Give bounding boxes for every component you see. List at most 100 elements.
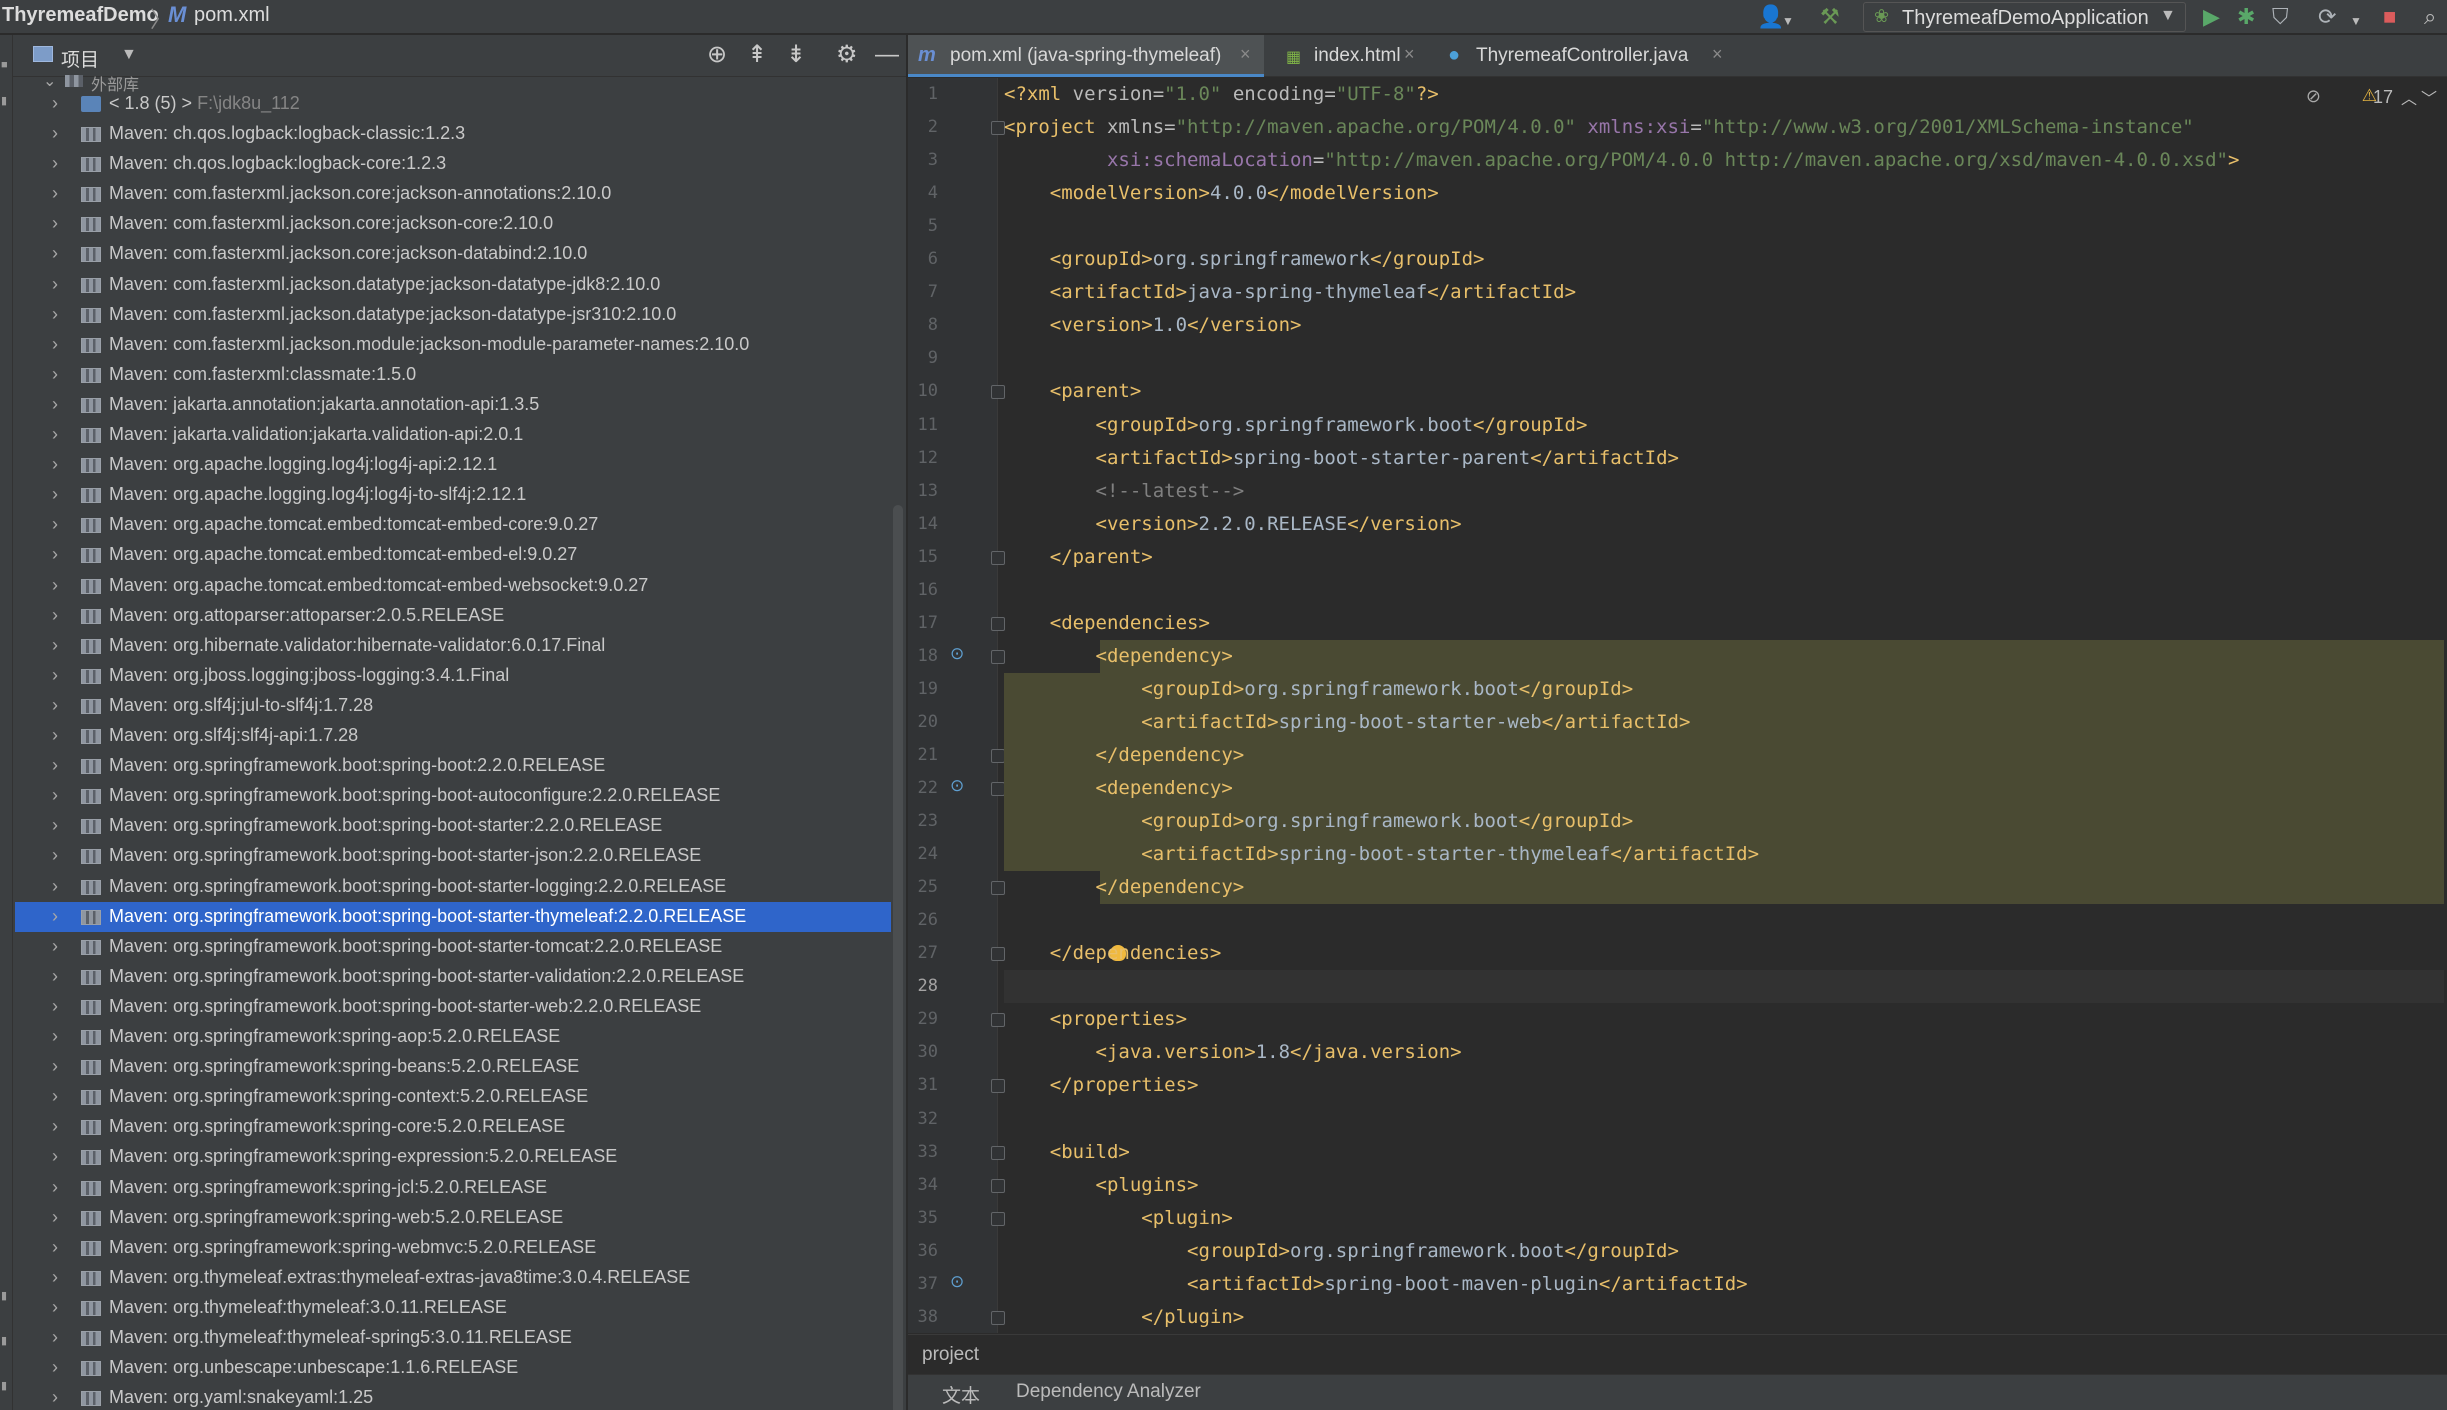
overrides-marker-icon[interactable]: ⊙ bbox=[950, 776, 964, 796]
chevron-right-icon[interactable]: › bbox=[52, 755, 58, 776]
fold-marker-icon[interactable] bbox=[991, 385, 1005, 399]
chevron-right-icon[interactable]: › bbox=[52, 213, 58, 234]
tree-row-library[interactable]: › Maven: org.springframework.boot:spring-… bbox=[15, 751, 891, 781]
code-line[interactable]: <modelVersion>4.0.0</modelVersion> bbox=[1004, 177, 1439, 210]
chevron-right-icon[interactable]: › bbox=[52, 665, 58, 686]
overrides-marker-icon[interactable]: ⊙ bbox=[950, 1272, 964, 1292]
tree-row-library[interactable]: › Maven: org.unbescape:unbescape:1.1.6.RE… bbox=[15, 1353, 891, 1383]
code-line[interactable]: <java.version>1.8</java.version> bbox=[1004, 1036, 1462, 1069]
run-icon[interactable]: ▶ bbox=[2203, 4, 2220, 30]
code-line[interactable]: </parent> bbox=[1004, 541, 1153, 574]
tree-row-library[interactable]: › Maven: org.apache.tomcat.embed:tomcat-e… bbox=[15, 510, 891, 540]
code-line[interactable]: <groupId>org.springframework.boot</group… bbox=[1004, 805, 1633, 838]
hammer-icon[interactable]: ⚒ bbox=[1820, 4, 1840, 30]
chevron-right-icon[interactable]: › bbox=[52, 725, 58, 746]
chevron-right-icon[interactable]: › bbox=[52, 815, 58, 836]
expand-all-icon[interactable]: ⇞ bbox=[747, 41, 767, 69]
chevron-right-icon[interactable]: › bbox=[52, 996, 58, 1017]
code-line[interactable]: <properties> bbox=[1004, 1003, 1187, 1036]
tree-row-library[interactable]: › Maven: com.fasterxml:classmate:1.5.0 bbox=[15, 360, 891, 390]
tree-row-library[interactable]: › Maven: org.attoparser:attoparser:2.0.5.… bbox=[15, 601, 891, 631]
code-line[interactable]: <groupId>org.springframework</groupId> bbox=[1004, 243, 1485, 276]
fold-marker-icon[interactable] bbox=[991, 121, 1005, 135]
editor-gutter[interactable]: 1 2 3 4 5 6 7 8 9 10 11 12 13 14 15 16 17 18 ⊙ 19 20 21 22 ⊙ 23 2… bbox=[908, 78, 1005, 1333]
code-line[interactable]: <plugins> bbox=[1004, 1169, 1199, 1202]
chevron-right-icon[interactable]: › bbox=[52, 845, 58, 866]
code-line[interactable]: <plugin> bbox=[1004, 1202, 1233, 1235]
code-line[interactable]: <artifactId>spring-boot-maven-plugin</ar… bbox=[1004, 1268, 1748, 1301]
run-configuration-select[interactable]: ❀ ThyremeafDemoApplication ▼ bbox=[1863, 2, 2186, 32]
gear-icon[interactable]: ⚙ bbox=[836, 41, 858, 69]
chevron-right-icon[interactable]: › bbox=[52, 785, 58, 806]
chevron-right-icon[interactable]: › bbox=[52, 93, 58, 114]
code-area[interactable]: <?xml version="1.0" encoding="UTF-8"?> <p… bbox=[1004, 78, 2444, 1333]
tree-row-library[interactable]: › Maven: org.springframework.boot:spring-… bbox=[15, 872, 891, 902]
code-line[interactable]: <dependency> bbox=[1004, 772, 1233, 805]
tree-row-library[interactable]: › Maven: org.slf4j:jul-to-slf4j:1.7.28 bbox=[15, 691, 891, 721]
close-icon[interactable]: × bbox=[1712, 44, 1723, 65]
reader-mode-icon[interactable]: ⊘ bbox=[2306, 86, 2321, 107]
tree-row-library[interactable]: › Maven: com.fasterxml.jackson.core:jacks… bbox=[15, 239, 891, 269]
tab-index-html[interactable]: ▦ index.html × bbox=[1272, 35, 1424, 77]
strip-tab-structure[interactable]: ▮ bbox=[1, 1290, 11, 1302]
fold-marker-icon[interactable] bbox=[991, 782, 1005, 796]
code-line[interactable]: <dependency> bbox=[1004, 640, 1233, 673]
chevron-right-icon[interactable]: › bbox=[52, 1267, 58, 1288]
code-line[interactable]: <dependencies> bbox=[1004, 607, 1210, 640]
tree-row-library[interactable]: › Maven: org.springframework:spring-expre… bbox=[15, 1142, 891, 1172]
chevron-right-icon[interactable]: › bbox=[52, 1207, 58, 1228]
tree-row-library[interactable]: › Maven: org.springframework:spring-aop:5… bbox=[15, 1022, 891, 1052]
chevron-right-icon[interactable]: › bbox=[52, 153, 58, 174]
fold-marker-icon[interactable] bbox=[991, 551, 1005, 565]
code-line[interactable]: <!--latest--> bbox=[1004, 475, 1245, 508]
stop-icon[interactable]: ■ bbox=[2383, 4, 2396, 30]
chevron-right-icon[interactable]: › bbox=[52, 1086, 58, 1107]
tree-row-library[interactable]: › Maven: org.hibernate.validator:hibernat… bbox=[15, 631, 891, 661]
overrides-marker-icon[interactable]: ⊙ bbox=[950, 644, 964, 664]
tree-row-library[interactable]: › Maven: jakarta.validation:jakarta.valid… bbox=[15, 420, 891, 450]
collapse-all-icon[interactable]: ⇟ bbox=[786, 41, 806, 69]
tree-row-library[interactable]: › Maven: jakarta.annotation:jakarta.annot… bbox=[15, 390, 891, 420]
chevron-right-icon[interactable]: › bbox=[52, 876, 58, 897]
tree-row-library[interactable]: › Maven: org.springframework.boot:spring-… bbox=[15, 962, 891, 992]
tree-row-library[interactable]: › Maven: com.fasterxml.jackson.datatype:j… bbox=[15, 270, 891, 300]
tab-pom-xml[interactable]: m pom.xml (java-spring-thymeleaf) × bbox=[908, 35, 1264, 77]
tree-row-library[interactable]: › Maven: com.fasterxml.jackson.core:jacks… bbox=[15, 179, 891, 209]
chevron-right-icon[interactable]: › bbox=[52, 1297, 58, 1318]
fold-marker-icon[interactable] bbox=[991, 617, 1005, 631]
chevron-right-icon[interactable]: › bbox=[52, 1327, 58, 1348]
close-icon[interactable]: × bbox=[1240, 44, 1251, 65]
strip-tab-web[interactable]: ▮ bbox=[1, 1380, 11, 1392]
coverage-icon[interactable]: ⛉ bbox=[2272, 4, 2289, 30]
code-line[interactable]: </dependency> bbox=[1004, 871, 1245, 904]
locate-file-icon[interactable]: ⊕ bbox=[707, 41, 727, 69]
chevron-right-icon[interactable]: › bbox=[52, 1237, 58, 1258]
chevron-right-icon[interactable]: › bbox=[52, 484, 58, 505]
tree-row-library[interactable]: › Maven: com.fasterxml.jackson.datatype:j… bbox=[15, 300, 891, 330]
chevron-right-icon[interactable]: › bbox=[52, 695, 58, 716]
chevron-right-icon[interactable]: › bbox=[52, 364, 58, 385]
profiler-dropdown-icon[interactable]: ▼ bbox=[2350, 8, 2362, 34]
tree-row-library[interactable]: › Maven: org.apache.tomcat.embed:tomcat-e… bbox=[15, 571, 891, 601]
tree-row-library[interactable]: › Maven: ch.qos.logback:logback-classic:1… bbox=[15, 119, 891, 149]
chevron-down-icon[interactable]: ﹀ bbox=[2421, 85, 2437, 109]
code-line[interactable]: </plugin> bbox=[1004, 1301, 1244, 1333]
tab-text[interactable]: 文本 bbox=[942, 1381, 980, 1408]
chevron-right-icon[interactable]: › bbox=[52, 936, 58, 957]
tree-row-library[interactable]: › Maven: org.thymeleaf:thymeleaf:3.0.11.R… bbox=[15, 1293, 891, 1323]
chevron-right-icon[interactable]: › bbox=[52, 1387, 58, 1408]
chevron-right-icon[interactable]: › bbox=[52, 605, 58, 626]
tree-scrollbar[interactable] bbox=[893, 505, 903, 1410]
tree-row-library[interactable]: › Maven: com.fasterxml.jackson.core:jacks… bbox=[15, 209, 891, 239]
warning-count[interactable]: 17 bbox=[2373, 87, 2393, 108]
fold-marker-icon[interactable] bbox=[991, 1013, 1005, 1027]
tab-dependency-analyzer[interactable]: Dependency Analyzer bbox=[1016, 1381, 1201, 1403]
chevron-right-icon[interactable]: › bbox=[52, 966, 58, 987]
code-line[interactable]: <version>2.2.0.RELEASE</version> bbox=[1004, 508, 1462, 541]
fold-marker-icon[interactable] bbox=[991, 1212, 1005, 1226]
profiler-icon[interactable]: ⟳ bbox=[2318, 4, 2336, 30]
chevron-right-icon[interactable]: › bbox=[52, 274, 58, 295]
chevron-right-icon[interactable]: › bbox=[52, 424, 58, 445]
code-line[interactable]: </dependency> bbox=[1004, 739, 1245, 772]
chevron-right-icon[interactable]: › bbox=[52, 635, 58, 656]
